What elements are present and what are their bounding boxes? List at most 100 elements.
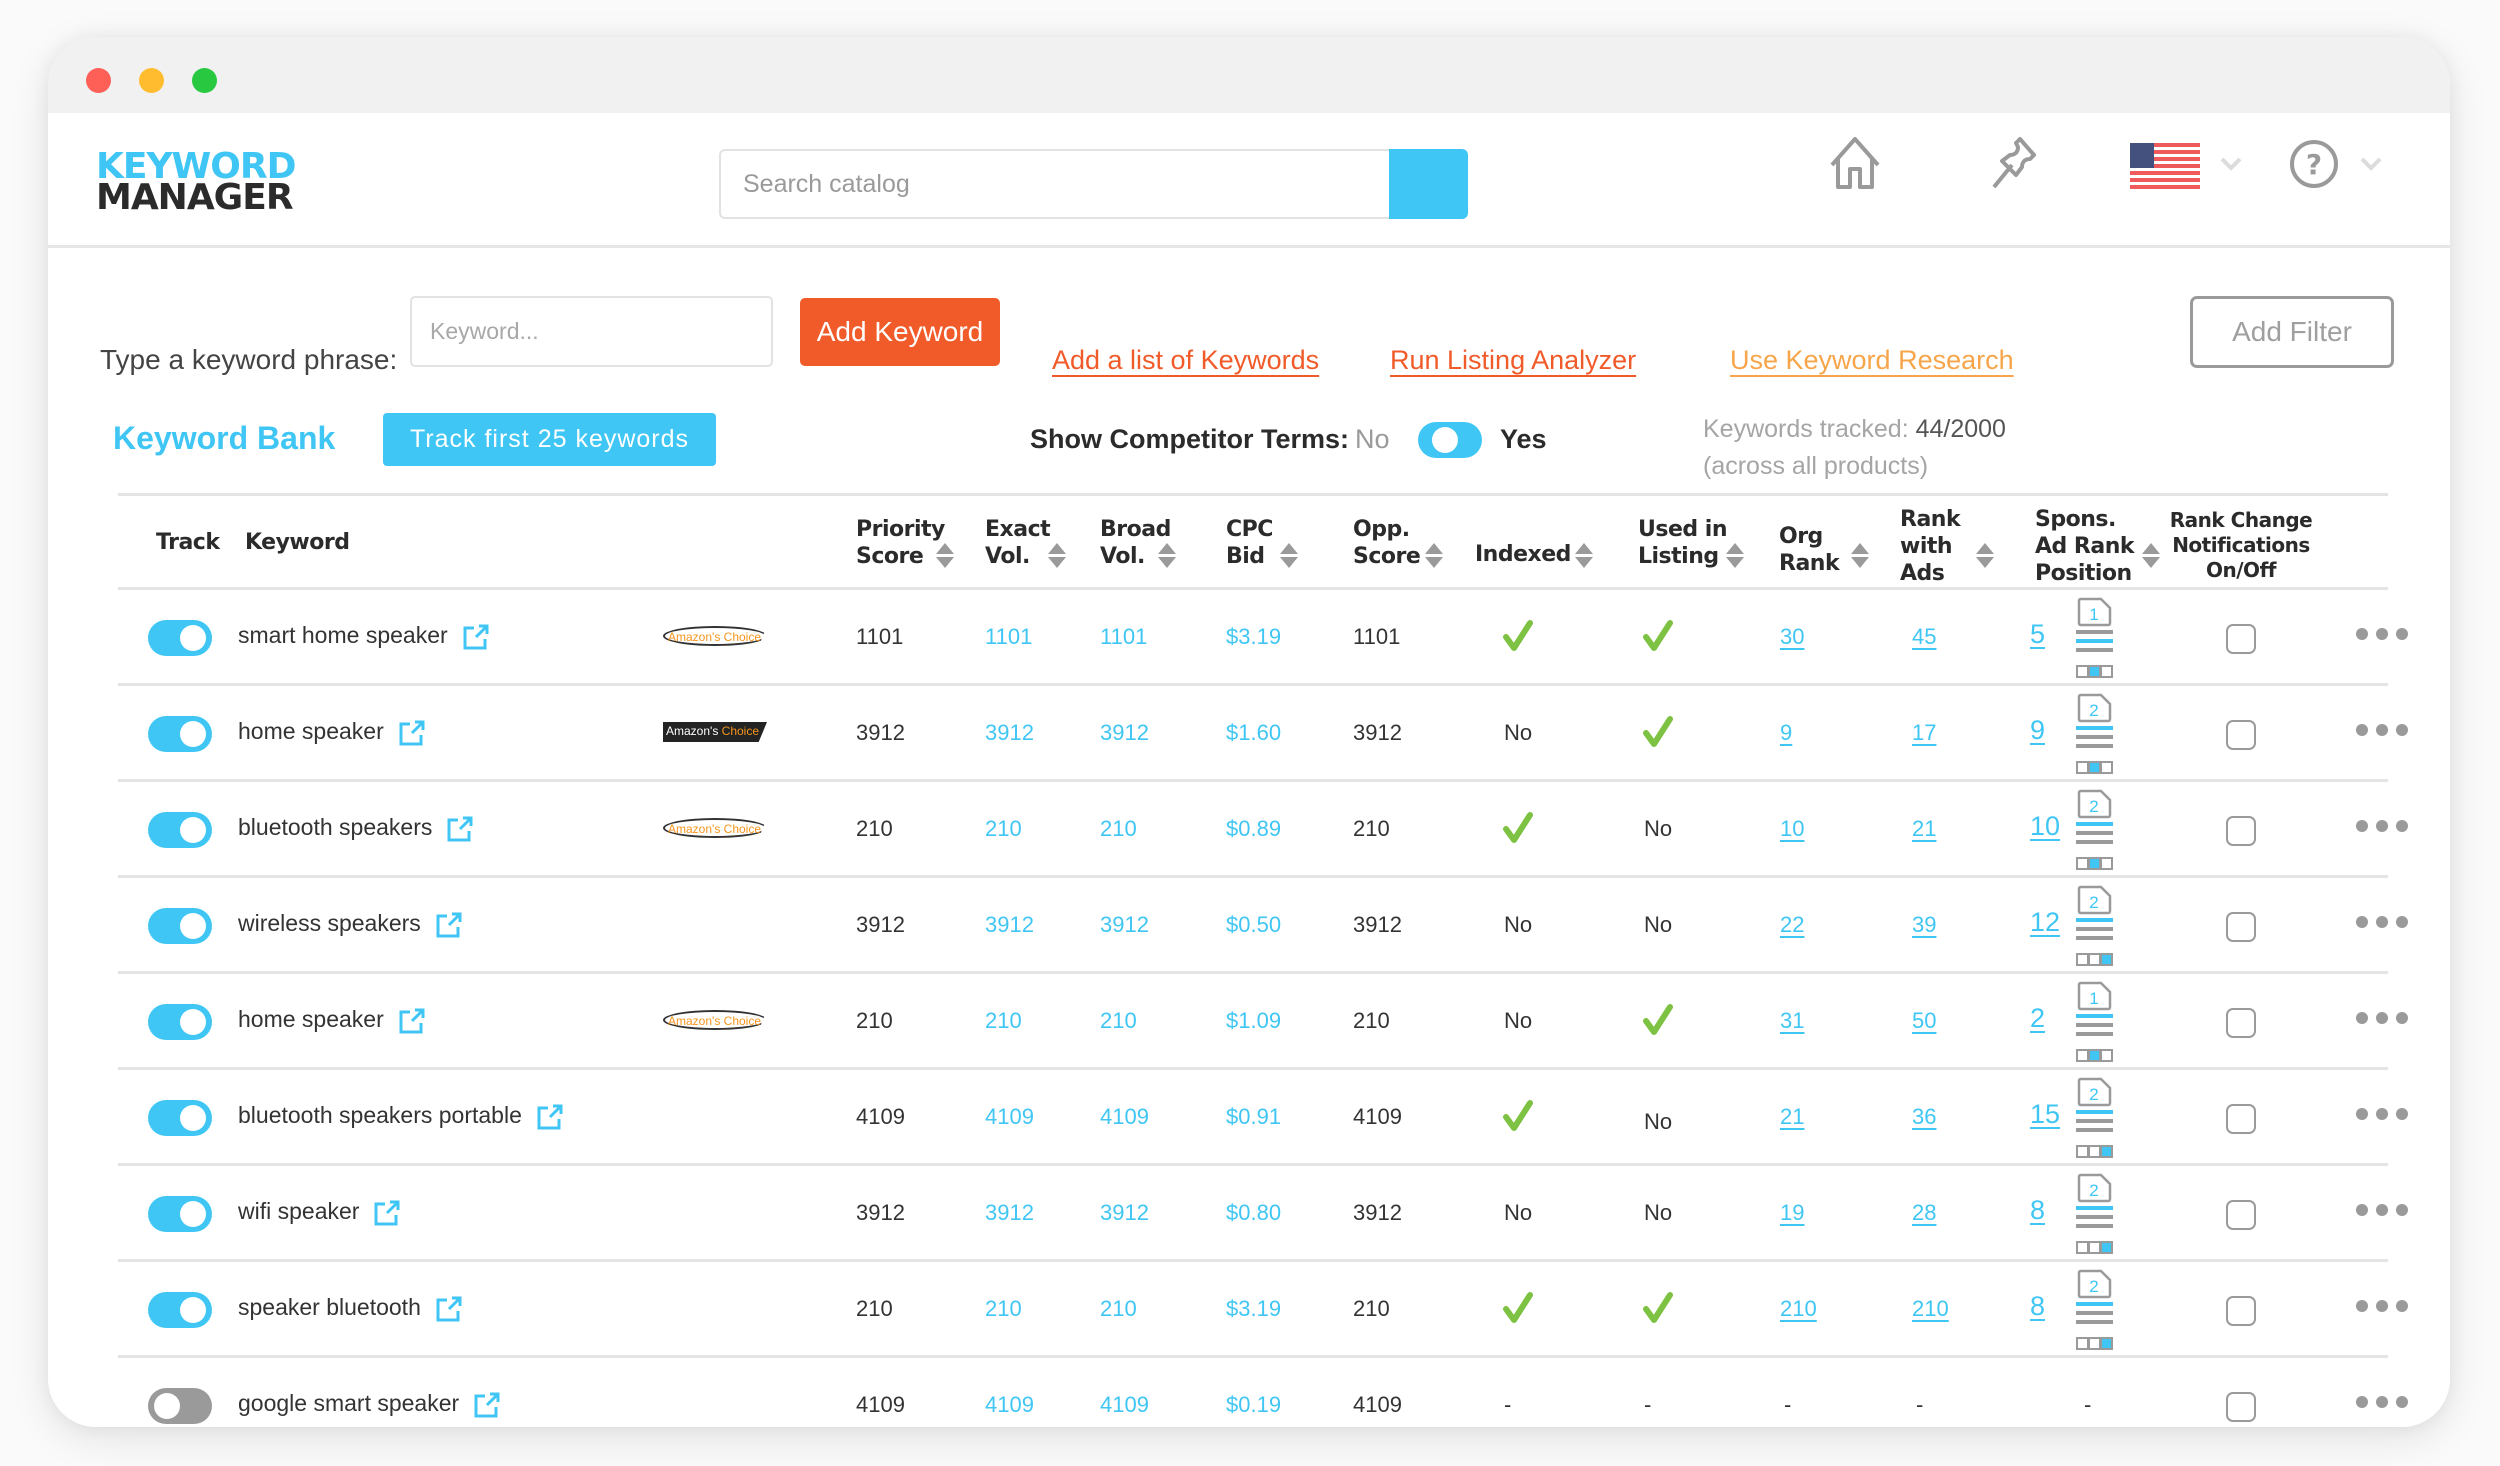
pin-icon[interactable] [1990,133,2048,191]
rank-change-notification-checkbox[interactable] [2226,1392,2256,1422]
rank-with-ads-link[interactable]: 21 [1912,816,1936,842]
rank-change-notification-checkbox[interactable] [2226,912,2256,942]
external-link-icon[interactable] [446,815,474,843]
keyword-input[interactable] [410,296,773,367]
sort-exact-icon[interactable] [1048,543,1066,569]
competitor-terms-toggle[interactable] [1418,422,1482,458]
chevron-down-icon[interactable] [2360,153,2382,175]
external-link-icon[interactable] [398,719,426,747]
spons-ad-rank-link[interactable]: 15 [2030,1099,2060,1130]
rank-change-notification-checkbox[interactable] [2226,1008,2256,1038]
rank-with-ads-link[interactable]: 45 [1912,624,1936,650]
external-link-icon[interactable] [373,1199,401,1227]
add-keyword-button[interactable]: Add Keyword [800,298,1000,366]
header-priority-score[interactable]: Priority Score [856,516,945,570]
minimize-window-button[interactable] [139,68,164,93]
use-keyword-research-link[interactable]: Use Keyword Research [1730,345,2014,376]
track-first-25-button[interactable]: Track first 25 keywords [383,413,716,466]
header-org-rank[interactable]: Org Rank [1779,523,1840,577]
sort-indexed-icon[interactable] [1575,543,1593,569]
header-indexed[interactable]: Indexed [1475,541,1571,568]
header-opp-score[interactable]: Opp. Score [1353,516,1421,570]
external-link-icon[interactable] [462,623,490,651]
rank-with-ads-link[interactable]: 17 [1912,720,1936,746]
external-link-icon[interactable] [473,1391,501,1419]
sort-org-icon[interactable] [1851,543,1869,569]
external-link-icon[interactable] [398,1007,426,1035]
rank-change-notification-checkbox[interactable] [2226,624,2256,654]
header-used-in-listing[interactable]: Used in Listing [1638,516,1728,570]
more-options-icon[interactable] [2356,1106,2408,1122]
external-link-icon[interactable] [536,1103,564,1131]
spons-ad-rank-link[interactable]: 12 [2030,907,2060,938]
more-options-icon[interactable] [2356,1298,2408,1314]
track-toggle[interactable] [148,620,212,656]
sort-rank-with-ads-icon[interactable] [1976,543,1994,569]
header-rank-with-ads[interactable]: Rank with Ads [1900,506,1961,587]
track-toggle[interactable] [148,1004,212,1040]
rank-with-ads-link[interactable]: 28 [1912,1200,1936,1226]
chevron-down-icon[interactable] [2220,153,2242,175]
rank-change-notification-checkbox[interactable] [2226,1104,2256,1134]
more-options-icon[interactable] [2356,722,2408,738]
rank-with-ads-link[interactable]: 210 [1912,1296,1949,1322]
search-catalog-input[interactable] [719,149,1391,219]
sort-used-icon[interactable] [1726,543,1744,569]
sort-priority-icon[interactable] [936,543,954,569]
sort-broad-icon[interactable] [1158,543,1176,569]
rank-with-ads-link[interactable]: 36 [1912,1104,1936,1130]
rank-change-notification-checkbox[interactable] [2226,816,2256,846]
org-rank-link[interactable]: 210 [1780,1296,1817,1322]
rank-with-ads-link[interactable]: 50 [1912,1008,1936,1034]
external-link-icon[interactable] [435,1295,463,1323]
org-rank-link[interactable]: 30 [1780,624,1804,650]
close-window-button[interactable] [86,68,111,93]
org-rank-link[interactable]: 10 [1780,816,1804,842]
keyword-text: speaker bluetooth [238,1294,421,1320]
external-link-icon[interactable] [435,911,463,939]
more-options-icon[interactable] [2356,1202,2408,1218]
sort-opp-icon[interactable] [1425,543,1443,569]
header-spons-ad-rank[interactable]: Spons. Ad Rank Position [2035,506,2135,587]
org-rank-link[interactable]: 9 [1780,720,1792,746]
us-flag-icon[interactable] [2130,143,2200,189]
org-rank-link[interactable]: 31 [1780,1008,1804,1034]
track-toggle[interactable] [148,1292,212,1328]
spons-ad-rank-link[interactable]: 5 [2030,619,2045,650]
track-toggle[interactable] [148,908,212,944]
spons-ad-rank-link[interactable]: 10 [2030,811,2060,842]
spons-ad-rank-link[interactable]: 8 [2030,1195,2045,1226]
logo[interactable]: KEYWORD MANAGER [96,149,296,216]
spons-ad-rank-link[interactable]: 8 [2030,1291,2045,1322]
header-cpc-bid[interactable]: CPC Bid [1226,516,1273,570]
help-icon[interactable]: ? [2288,138,2340,190]
add-filter-button[interactable]: Add Filter [2190,296,2394,368]
track-toggle[interactable] [148,1100,212,1136]
org-rank-link[interactable]: 21 [1780,1104,1804,1130]
rank-with-ads-link[interactable]: 39 [1912,912,1936,938]
run-listing-analyzer-link[interactable]: Run Listing Analyzer [1390,345,1636,376]
add-list-of-keywords-link[interactable]: Add a list of Keywords [1052,345,1319,376]
search-button[interactable] [1389,149,1468,219]
spons-ad-rank-link[interactable]: 2 [2030,1003,2045,1034]
org-rank-link[interactable]: 22 [1780,912,1804,938]
home-icon[interactable] [1826,135,1884,193]
header-exact-vol[interactable]: Exact Vol. [985,516,1051,570]
sort-cpc-icon[interactable] [1280,543,1298,569]
org-rank-link[interactable]: 19 [1780,1200,1804,1226]
track-toggle[interactable] [148,716,212,752]
track-toggle[interactable] [148,812,212,848]
more-options-icon[interactable] [2356,818,2408,834]
rank-change-notification-checkbox[interactable] [2226,1296,2256,1326]
more-options-icon[interactable] [2356,1394,2408,1410]
more-options-icon[interactable] [2356,914,2408,930]
rank-change-notification-checkbox[interactable] [2226,720,2256,750]
sort-spons-icon[interactable] [2142,543,2160,569]
track-toggle[interactable] [148,1196,212,1232]
more-options-icon[interactable] [2356,626,2408,642]
rank-change-notification-checkbox[interactable] [2226,1200,2256,1230]
spons-ad-rank-link[interactable]: 9 [2030,715,2045,746]
more-options-icon[interactable] [2356,1010,2408,1026]
maximize-window-button[interactable] [192,68,217,93]
track-toggle[interactable] [148,1388,212,1424]
